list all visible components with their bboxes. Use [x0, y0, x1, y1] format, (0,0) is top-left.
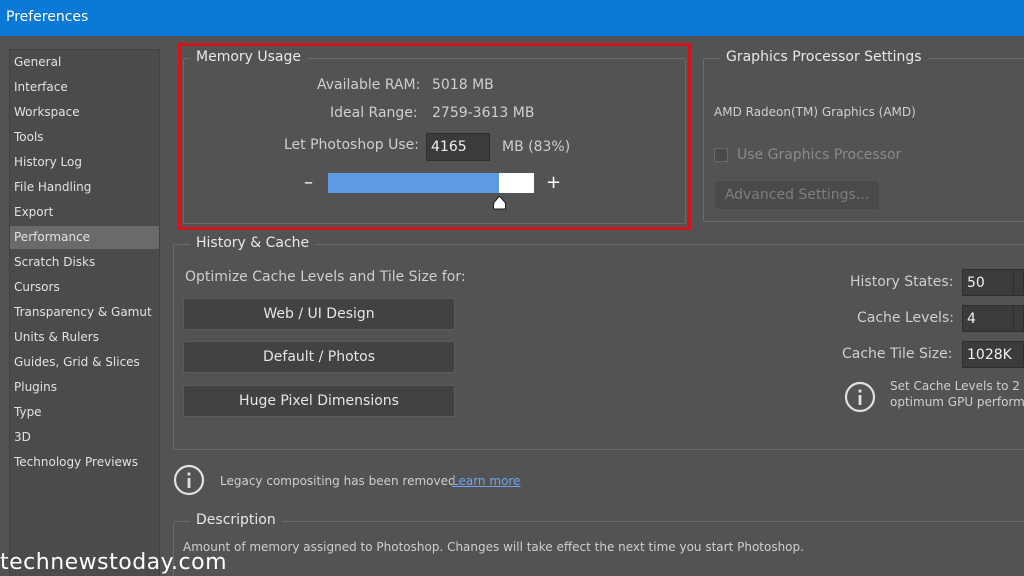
huge-pixel-dimensions-button[interactable]: Huge Pixel Dimensions: [183, 385, 455, 417]
graphics-processor-title: Graphics Processor Settings: [720, 49, 928, 65]
info-icon: [844, 381, 876, 413]
sidebar-item-export[interactable]: Export: [10, 201, 159, 224]
sidebar-item-history-log[interactable]: History Log: [10, 151, 159, 174]
legacy-compositing-text: Legacy compositing has been removed: [220, 474, 456, 488]
memory-usage-highlight: [178, 43, 691, 230]
sidebar-item-cursors[interactable]: Cursors: [10, 276, 159, 299]
description-title: Description: [190, 512, 282, 528]
use-graphics-processor-checkbox[interactable]: [714, 148, 728, 162]
cache-tile-size-label: Cache Tile Size:: [842, 346, 953, 362]
sidebar-item-3d[interactable]: 3D: [10, 426, 159, 449]
history-cache-title: History & Cache: [190, 235, 316, 251]
sidebar-item-transparency-gamut[interactable]: Transparency & Gamut: [10, 301, 159, 324]
learn-more-link[interactable]: Learn more: [452, 474, 520, 488]
gpu-device-name: AMD Radeon(TM) Graphics (AMD): [714, 105, 916, 119]
window-title: Preferences: [6, 9, 89, 25]
cache-levels-label: Cache Levels:: [857, 310, 954, 326]
sidebar-item-technology-previews[interactable]: Technology Previews: [10, 451, 159, 474]
sidebar-item-tools[interactable]: Tools: [10, 126, 159, 149]
cache-tip-line-1: Set Cache Levels to 2 or l: [890, 379, 1024, 393]
title-bar: Preferences: [0, 0, 1024, 36]
sidebar-item-units-rulers[interactable]: Units & Rulers: [10, 326, 159, 349]
info-icon: [173, 464, 205, 496]
sidebar-item-plugins[interactable]: Plugins: [10, 376, 159, 399]
cache-tip-line-2: optimum GPU performan: [890, 395, 1024, 409]
site-watermark: technewstoday.com: [0, 550, 228, 575]
default-photos-button[interactable]: Default / Photos: [183, 341, 455, 373]
description-text: Amount of memory assigned to Photoshop. …: [183, 540, 804, 554]
cache-levels-dropdown[interactable]: 4: [962, 305, 1024, 332]
sidebar-item-workspace[interactable]: Workspace: [10, 101, 159, 124]
sidebar-item-performance[interactable]: Performance: [10, 226, 159, 249]
chevron-down-icon: [1013, 306, 1023, 331]
advanced-settings-button[interactable]: Advanced Settings...: [714, 180, 880, 210]
sidebar-item-general[interactable]: General: [10, 51, 159, 74]
history-states-value: 50: [967, 275, 985, 291]
history-states-dropdown[interactable]: 50: [962, 269, 1024, 296]
preferences-sidebar: General Interface Workspace Tools Histor…: [9, 49, 160, 576]
cache-tile-size-dropdown[interactable]: 1028K: [962, 341, 1024, 368]
sidebar-item-interface[interactable]: Interface: [10, 76, 159, 99]
sidebar-item-file-handling[interactable]: File Handling: [10, 176, 159, 199]
history-states-label: History States:: [850, 274, 954, 290]
optimize-cache-label: Optimize Cache Levels and Tile Size for:: [185, 269, 466, 285]
web-ui-design-button[interactable]: Web / UI Design: [183, 298, 455, 330]
sidebar-item-type[interactable]: Type: [10, 401, 159, 424]
cache-tile-size-value: 1028K: [967, 347, 1012, 363]
use-graphics-processor-label: Use Graphics Processor: [737, 147, 902, 163]
chevron-down-icon: [1013, 270, 1023, 295]
cache-levels-value: 4: [967, 311, 976, 327]
sidebar-item-scratch-disks[interactable]: Scratch Disks: [10, 251, 159, 274]
sidebar-item-guides-grid-slices[interactable]: Guides, Grid & Slices: [10, 351, 159, 374]
